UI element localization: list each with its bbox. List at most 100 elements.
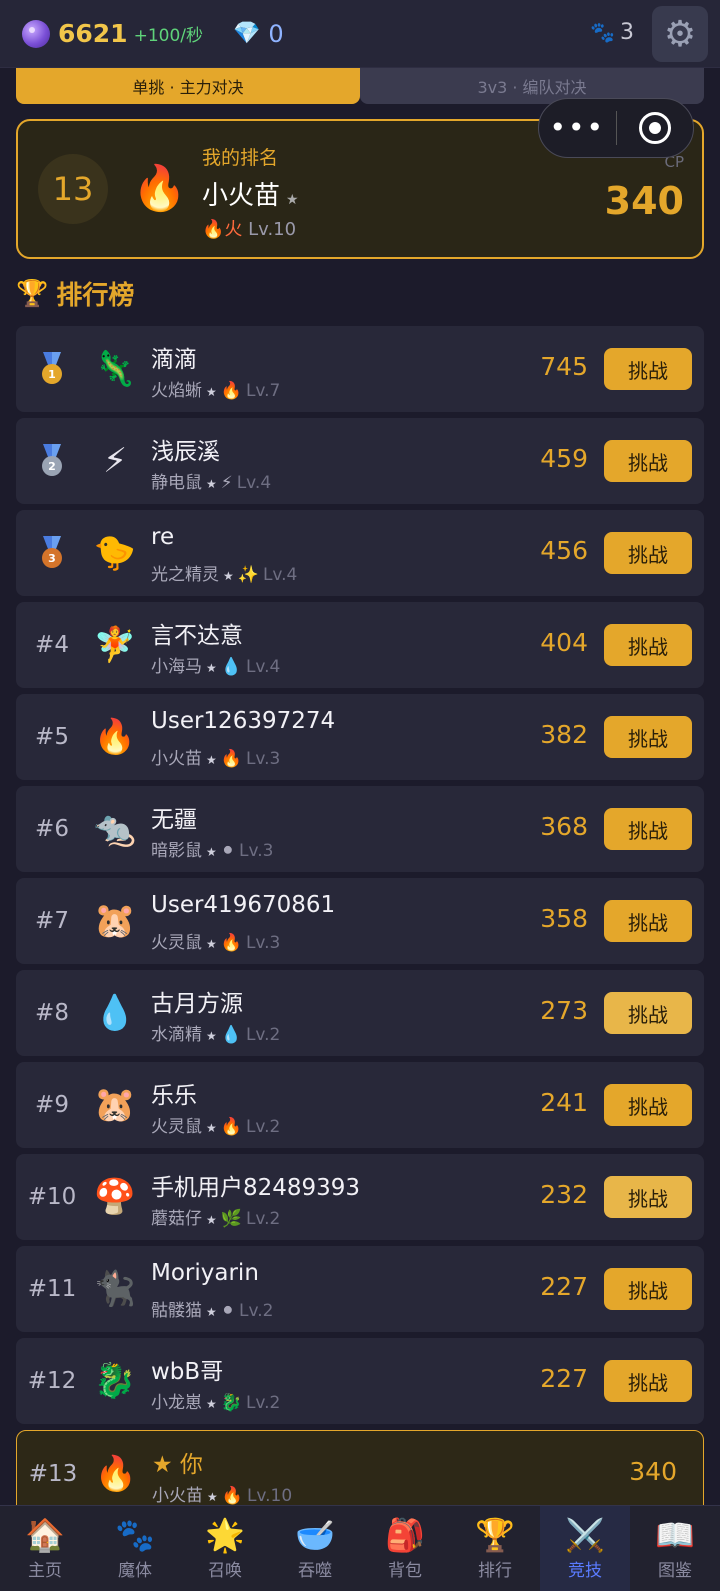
species-label: 骷髅猫 <box>151 1301 202 1321</box>
nav-icon: 🐾 <box>115 1516 155 1554</box>
more-button[interactable]: ••• <box>539 114 616 142</box>
nav-item[interactable]: 🎒 背包 <box>360 1506 450 1591</box>
challenge-button[interactable]: 挑战 <box>604 900 692 942</box>
challenge-button[interactable]: 挑战 <box>604 1268 692 1310</box>
pet-info: 小火苗 ★ 🔥 Lv.10 <box>152 1481 292 1506</box>
star-icon: ★ <box>286 192 299 208</box>
player-name: ★ 你 <box>152 1452 203 1478</box>
rank-number: #12 <box>27 1368 77 1394</box>
star-icon: ★ <box>207 1490 218 1504</box>
nav-icon: 📖 <box>655 1516 695 1554</box>
challenge-button[interactable]: 挑战 <box>604 1360 692 1402</box>
nav-item[interactable]: 🥣 吞噬 <box>270 1506 360 1591</box>
star-icon: ★ <box>206 845 217 859</box>
element-icon: ⚫ <box>220 841 236 861</box>
challenge-button[interactable]: 挑战 <box>604 1176 692 1218</box>
gem-icon: 💎 <box>233 21 261 46</box>
nav-label: 竞技 <box>568 1561 602 1581</box>
star-icon: ★ <box>206 1397 217 1411</box>
cp-value: 456 <box>540 536 588 565</box>
my-cp-value: 340 <box>604 179 684 223</box>
rank-number: #5 <box>35 724 69 750</box>
pet-info: 小海马 ★ 💧 Lv.4 <box>151 652 280 677</box>
rank-number: #6 <box>35 816 69 842</box>
challenge-button[interactable]: 挑战 <box>604 440 692 482</box>
settings-button[interactable]: ⚙ <box>652 6 708 62</box>
nav-label: 主页 <box>28 1561 62 1581</box>
pet-info: 小龙崽 ★ 🐉 Lv.2 <box>151 1388 280 1413</box>
medal-icon: 3 <box>40 536 64 570</box>
cp-value: 358 <box>540 904 588 933</box>
player-name: 无疆 <box>151 807 197 833</box>
player-name: 乐乐 <box>151 1083 197 1109</box>
pet-info: 静电鼠 ★ ⚡ Lv.4 <box>151 468 271 493</box>
pet-avatar: 💧 <box>93 993 137 1033</box>
star-icon: ★ <box>206 1121 217 1135</box>
close-miniprogram-button[interactable] <box>617 112 694 144</box>
rank-number: #8 <box>35 1000 69 1026</box>
leaderboard-title: 🏆 排行榜 <box>16 278 135 312</box>
element-icon: 🔥 <box>220 749 242 769</box>
leaderboard-row: #8 💧 古月方源 水滴精 ★ 💧 Lv.2 273 挑战 <box>16 970 704 1056</box>
star-icon: ★ <box>206 477 217 491</box>
bottom-navigation: 🏠 主页 🐾 魔体 🌟 召唤 🥣 吞噬 🎒 背包 🏆 排行 ⚔️ 竞技 📖 图鉴 <box>0 1505 720 1591</box>
element-icon: ⚫ <box>220 1301 236 1321</box>
pet-avatar: 🐹 <box>93 901 137 941</box>
rank-medal: 2 <box>16 418 88 504</box>
species-label: 小火苗 <box>152 1486 203 1506</box>
species-label: 小龙崽 <box>151 1393 202 1413</box>
nav-label: 魔体 <box>118 1561 152 1581</box>
star-icon: ★ <box>206 1213 217 1227</box>
challenge-button[interactable]: 挑战 <box>604 992 692 1034</box>
element-icon: 💧 <box>220 657 242 677</box>
challenge-button[interactable]: 挑战 <box>604 348 692 390</box>
nav-label: 背包 <box>388 1561 422 1581</box>
rank-number: #10 <box>27 1184 77 1210</box>
target-icon <box>638 112 671 144</box>
element-icon: 🔥 <box>220 1117 242 1137</box>
star-icon: ★ <box>206 937 217 951</box>
challenge-button[interactable]: 挑战 <box>604 716 692 758</box>
pet-avatar: 🐤 <box>93 533 137 573</box>
pet-info: 火灵鼠 ★ 🔥 Lv.2 <box>151 1112 280 1137</box>
nav-item[interactable]: ⚔️ 竞技 <box>540 1506 630 1591</box>
nav-item[interactable]: 🌟 召唤 <box>180 1506 270 1591</box>
coin-rate: +100/秒 <box>133 26 204 46</box>
nav-icon: ⚔️ <box>565 1516 605 1554</box>
pet-avatar: 🐀 <box>93 809 137 849</box>
nav-icon: 🏠 <box>25 1516 65 1554</box>
nav-item[interactable]: 🏠 主页 <box>0 1506 90 1591</box>
tab-solo[interactable]: 单挑 · 主力对决 <box>16 68 360 104</box>
orb-icon <box>22 19 50 48</box>
challenge-button[interactable]: 挑战 <box>604 808 692 850</box>
nav-item[interactable]: 🐾 魔体 <box>90 1506 180 1591</box>
my-leaderboard-row: #13 🔥 ★ 你小火苗 ★ 🔥 Lv.10 340 <box>16 1430 704 1516</box>
player-name: re <box>151 524 175 550</box>
level-label: Lv.2 <box>245 1209 281 1229</box>
leaderboard-row: #10 🍄 手机用户82489393 蘑菇仔 ★ 🌿 Lv.2 232 挑战 <box>16 1154 704 1240</box>
level-label: Lv.3 <box>239 841 274 861</box>
nav-item[interactable]: 📖 图鉴 <box>630 1506 720 1591</box>
species-label: 蘑菇仔 <box>151 1209 202 1229</box>
nav-item[interactable]: 🏆 排行 <box>450 1506 540 1591</box>
species-label: 小火苗 <box>151 749 202 769</box>
species-label: 光之精灵 <box>151 565 219 585</box>
leaderboard-row: #6 🐀 无疆 暗影鼠 ★ ⚫ Lv.3 368 挑战 <box>16 786 704 872</box>
cp-value: 404 <box>540 628 588 657</box>
leaderboard-row: 1 🦎 滴滴 火焰蜥 ★ 🔥 Lv.7 745 挑战 <box>16 326 704 412</box>
my-pet-avatar: 🔥 <box>132 163 187 214</box>
player-name: 滴滴 <box>151 347 197 373</box>
pet-info: 光之精灵 ★ ✨ Lv.4 <box>151 560 297 585</box>
element-icon: ✨ <box>237 565 259 585</box>
pet-avatar: ⚡ <box>103 441 127 481</box>
my-pet-name: 小火苗 ★ <box>202 181 299 211</box>
paw-count: 3 <box>620 20 634 45</box>
leaderboard-row: #12 🐉 wbB哥 小龙崽 ★ 🐉 Lv.2 227 挑战 <box>16 1338 704 1424</box>
challenge-button[interactable]: 挑战 <box>604 624 692 666</box>
challenge-button[interactable]: 挑战 <box>604 1084 692 1126</box>
leaderboard-row: 2 ⚡ 浅辰溪 静电鼠 ★ ⚡ Lv.4 459 挑战 <box>16 418 704 504</box>
level-label: Lv.7 <box>245 381 281 401</box>
paw-icon: 🐾 <box>590 20 615 44</box>
challenge-button[interactable]: 挑战 <box>604 532 692 574</box>
leaderboard-row: #5 🔥 User126397274 小火苗 ★ 🔥 Lv.3 382 挑战 <box>16 694 704 780</box>
